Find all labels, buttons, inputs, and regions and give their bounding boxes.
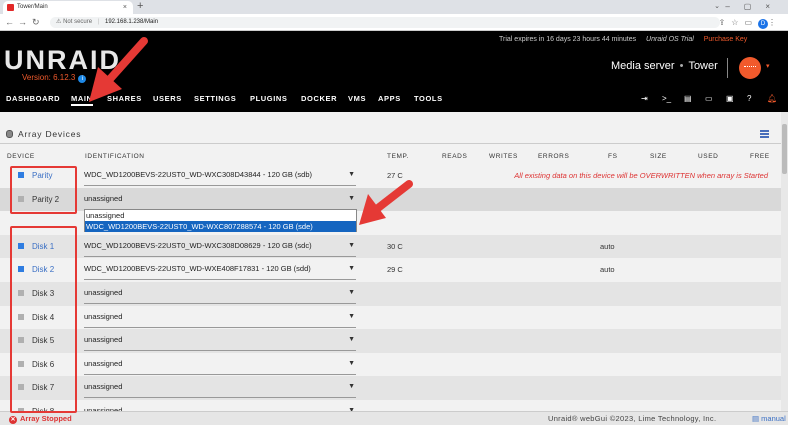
annotation-arrows — [89, 37, 413, 225]
arrow-to-main — [89, 37, 148, 102]
arrow-to-dropdown — [359, 180, 413, 225]
